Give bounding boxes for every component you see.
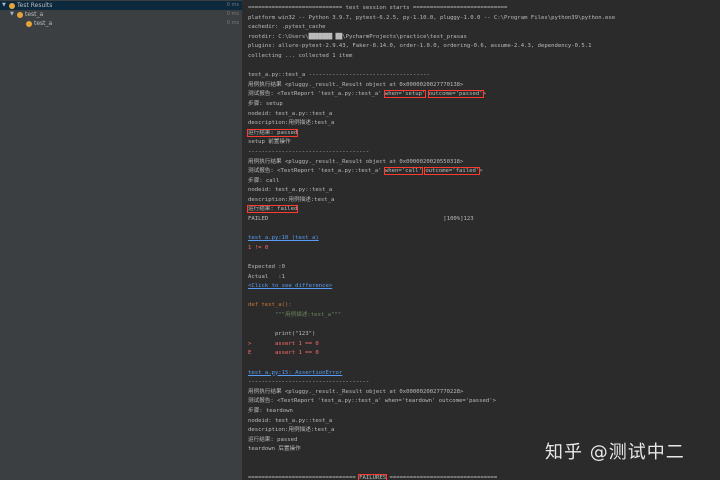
tree-item-module[interactable]: ▼ test_a 0 ms	[0, 10, 242, 19]
console-line: Actual :1	[248, 273, 286, 280]
highlight-box: FAILURES	[358, 474, 388, 480]
console-line: 用例执行结果 <pluggy._result._Result object at…	[248, 158, 464, 165]
tree-label: test_a	[34, 20, 53, 27]
highlight-box: outcome='failed'	[424, 167, 481, 176]
console-line: 运行结果: passed	[246, 128, 720, 139]
console-line: platform win32 -- Python 3.9.7, pytest-6…	[248, 14, 616, 21]
watermark: 知乎 @测试中二	[545, 442, 685, 463]
console-line: 1 != 0	[248, 244, 269, 251]
console-line: nodeid: test_a.py::test_a	[248, 110, 333, 117]
tree-item-test[interactable]: test_a 0 ms	[0, 19, 242, 28]
tree-time: 0 ms	[226, 20, 239, 26]
console-line: FAILED [100%]123	[248, 216, 474, 223]
console-line: print("123")	[248, 331, 316, 338]
tree-label: Test Results	[17, 2, 53, 9]
console-line: 测试报告: <TestReport 'test_a.py::test_a' wh…	[248, 398, 497, 405]
console-line: 运行结果: failed	[246, 205, 720, 215]
console-line: collecting ... collected 1 item	[248, 52, 353, 59]
console-line: ============================ test sessio…	[248, 5, 508, 11]
console-line: 测试报告: <TestReport 'test_a.py::test_a' wh…	[248, 90, 486, 99]
console-line: 用例执行结果 <pluggy._result._Result object at…	[248, 81, 464, 88]
chevron-down-icon[interactable]: ▼	[10, 10, 14, 19]
test-status-icon	[17, 11, 23, 18]
tree-label: test_a	[25, 11, 44, 18]
console-output[interactable]: ============================ test sessio…	[243, 0, 720, 480]
console-line: description:用例描述:test_a	[248, 427, 335, 434]
console-line: 用例执行结果 <pluggy._result._Result object at…	[248, 388, 464, 395]
console-line[interactable]: test_a.py:10 (test_a)	[248, 234, 720, 244]
console-line: plugins: allure-pytest-2.9.43, Faker-8.1…	[248, 43, 592, 50]
highlight-box: 运行结果: failed	[246, 205, 299, 214]
tree-item-test-results[interactable]: ▼ Test Results 0 ms	[0, 1, 242, 10]
console-line: test_a.py::test_a ----------------------…	[248, 72, 430, 79]
console-line[interactable]: test_a.py:15: AssertionError	[248, 369, 720, 379]
console-line: 步骤: setup	[248, 100, 283, 107]
console-line: > assert 1 == 0	[248, 340, 319, 347]
console-line: 步骤: teardown	[248, 407, 293, 414]
console-line: setup 前置操作	[248, 139, 291, 146]
highlight-box: when='call'	[383, 167, 423, 176]
highlight-box: outcome='passed'	[427, 90, 484, 99]
test-status-icon	[26, 20, 32, 27]
console-line: nodeid: test_a.py::test_a	[248, 187, 333, 194]
console-line: rootdir: C:\Users\███████ ██\PycharmProj…	[248, 33, 467, 40]
console-line: ------------------------------------	[248, 379, 370, 386]
console-line: """用例描述:test_a"""	[248, 312, 342, 318]
test-status-icon	[9, 2, 15, 9]
console-line[interactable]: <Click to see difference>	[248, 282, 720, 292]
console-line: ================================ FAILURE…	[248, 474, 498, 480]
console-line: cachedir: .pytest_cache	[248, 24, 326, 31]
chevron-down-icon[interactable]: ▼	[2, 1, 6, 10]
highlight-box: 运行结果: passed	[246, 128, 299, 137]
console-line: 测试报告: <TestReport 'test_a.py::test_a' wh…	[248, 167, 483, 176]
tree-time: 0 ms	[226, 11, 239, 17]
console-line: nodeid: test_a.py::test_a	[248, 417, 333, 424]
console-line: 步骤: call	[248, 177, 280, 184]
console-lines: ============================ test sessio…	[246, 4, 720, 480]
highlight-box: when='setup'	[383, 90, 427, 99]
console-line: description:用例描述:test_a	[248, 196, 335, 203]
test-results-panel: ▼ Test Results 0 ms ▼ test_a 0 ms test_a…	[0, 0, 243, 480]
console-line: E assert 1 == 0	[248, 350, 319, 357]
console-line: Expected :0	[248, 264, 286, 271]
console-line: description:用例描述:test_a	[248, 120, 335, 127]
console-line: ------------------------------------	[248, 148, 370, 155]
tree-time: 0 ms	[226, 2, 239, 8]
console-line: def test_a():	[248, 302, 292, 309]
